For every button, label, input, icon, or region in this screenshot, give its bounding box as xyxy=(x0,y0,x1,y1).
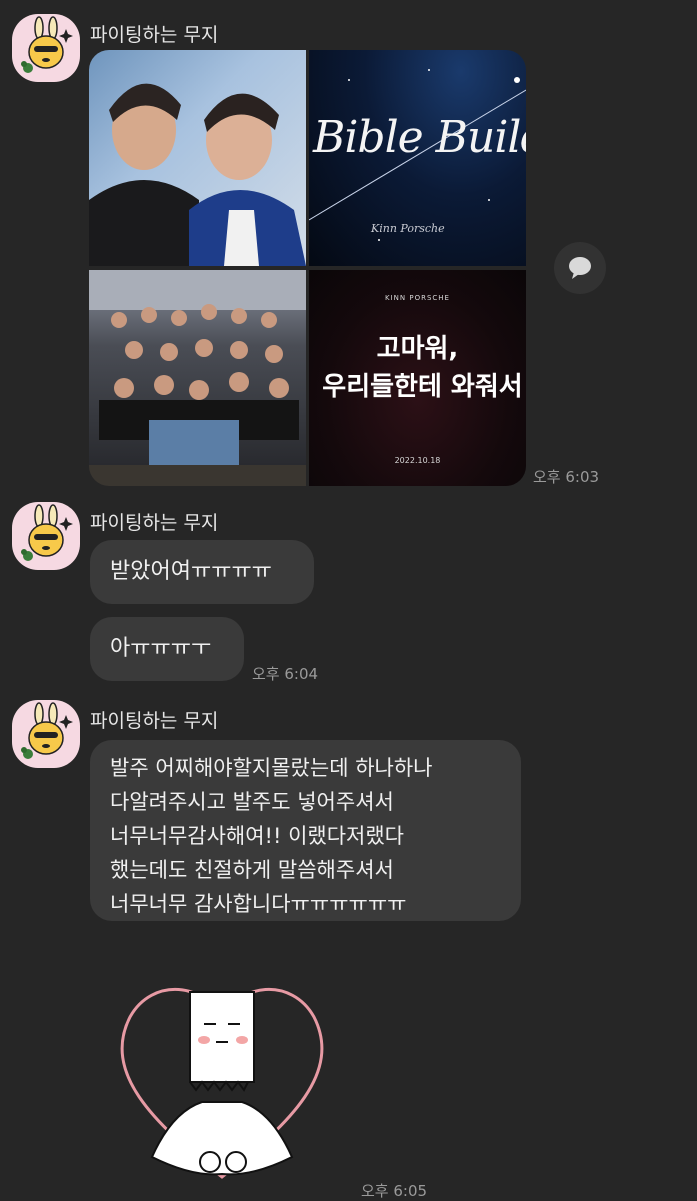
timestamp: 오후 6:05 xyxy=(361,1182,428,1200)
message-text-line: 너무너무감사해여!! 이랬다저랬다 xyxy=(110,824,404,848)
photo-bible-build-poster[interactable]: Bible Build Kinn Porsche xyxy=(309,50,526,266)
sender-name: 파이팅하는 무지 xyxy=(90,24,219,46)
message-text: 받았어여ㅠㅠㅠㅠ xyxy=(110,559,272,584)
poster-date: 2022.10.18 xyxy=(394,456,441,465)
message-bubble[interactable]: 받았어여ㅠㅠㅠㅠ xyxy=(90,540,314,604)
share-button[interactable] xyxy=(554,242,606,294)
avatar[interactable] xyxy=(12,700,80,768)
message-text-line: 다알려주시고 발주도 넣어주셔서 xyxy=(110,790,394,814)
message-text-line: 너무너무 감사합니다ㅠㅠㅠㅠㅠㅠ xyxy=(110,892,407,916)
poster-line-2: 우리들한테 와줘서 xyxy=(322,372,523,402)
avatar[interactable] xyxy=(12,14,80,82)
poster-line-1: 고마워, xyxy=(376,334,459,364)
sender-name: 파이팅하는 무지 xyxy=(90,710,219,732)
message-text-line: 했는데도 친절하게 말씀해주셔서 xyxy=(110,858,394,882)
message-bubble[interactable]: 아ㅠㅠㅠㅜ xyxy=(90,617,244,681)
rabbit-character-icon xyxy=(21,504,73,561)
rabbit-character-icon xyxy=(21,702,73,759)
photo-two-men[interactable] xyxy=(89,50,306,266)
message-bubble[interactable]: 발주 어찌해야할지몰랐는데 하나하나 다알려주시고 발주도 넣어주셔서 너무너무… xyxy=(90,740,521,921)
rabbit-character-icon xyxy=(21,16,73,73)
timestamp: 오후 6:03 xyxy=(533,468,600,486)
message-text: 아ㅠㅠㅠㅜ xyxy=(110,636,212,661)
message-text-line: 발주 어찌해야할지몰랐는데 하나하나 xyxy=(110,756,433,780)
avatar[interactable] xyxy=(12,502,80,570)
heart-character-sticker[interactable] xyxy=(112,962,332,1192)
timestamp: 오후 6:04 xyxy=(252,665,319,683)
poster-brand: KINN PORSCHE xyxy=(385,294,450,302)
photo-group-cast[interactable] xyxy=(89,270,306,486)
poster-subtitle: Kinn Porsche xyxy=(371,222,445,235)
speech-bubble-icon xyxy=(569,257,591,279)
photo-grid[interactable]: Bible Build Kinn Porsche KINN PORSCHE 고마… xyxy=(89,50,526,486)
poster-title: Bible Build xyxy=(313,112,526,163)
sender-name: 파이팅하는 무지 xyxy=(90,512,219,534)
photo-thank-you-poster[interactable]: KINN PORSCHE 고마워, 우리들한테 와줘서 2022.10.18 xyxy=(309,270,526,486)
